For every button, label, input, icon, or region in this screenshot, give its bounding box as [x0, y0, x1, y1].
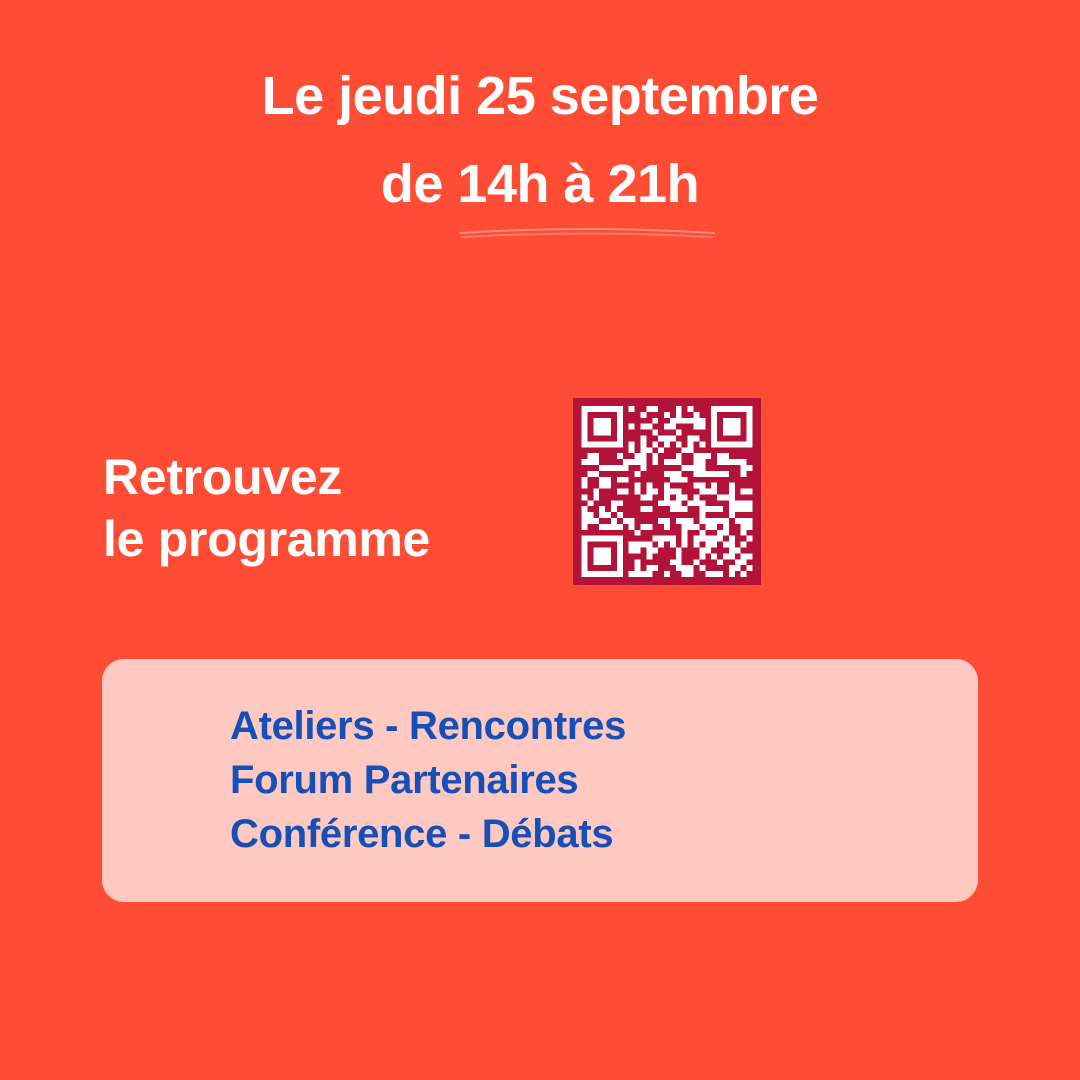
topic-item-conference: Conférence - Débats: [230, 812, 614, 856]
qr-code-icon[interactable]: [573, 398, 761, 585]
topics-card: Ateliers - Rencontres Forum Partenaires …: [102, 659, 978, 902]
event-date: Le jeudi 25 septembre: [261, 66, 819, 126]
topic-item-ateliers: Ateliers - Rencontres: [230, 704, 627, 748]
topic-item-forum: Forum Partenaires: [230, 758, 579, 802]
topics-list: Ateliers - Rencontres Forum Partenaires …: [230, 699, 626, 861]
program-callout: Retrouvez le programme: [103, 446, 430, 570]
event-datetime: Le jeudi 25 septembre de 14h à 21h: [0, 52, 1080, 228]
event-time: de 14h à 21h: [380, 154, 700, 214]
program-callout-line2: le programme: [103, 511, 431, 567]
decorative-divider: [459, 228, 715, 238]
qr-code-pattern: [581, 406, 753, 577]
program-callout-line1: Retrouvez: [103, 449, 343, 505]
